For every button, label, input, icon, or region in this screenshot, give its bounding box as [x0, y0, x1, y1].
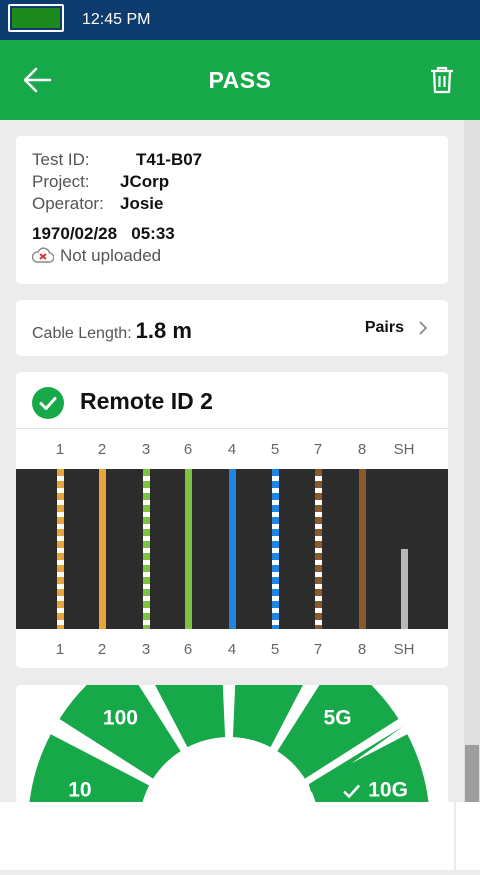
- status-bar: 12:45 PM: [0, 0, 480, 40]
- wire-label-top: 8: [357, 441, 367, 458]
- wire-label-top: 5: [270, 441, 280, 458]
- speed-label-5G: 5G: [324, 706, 352, 729]
- wire-label-bottom: 2: [97, 641, 107, 658]
- test-time: 05:33: [131, 224, 175, 243]
- cloud-error-icon: [32, 247, 54, 263]
- wiremap-diagram: [16, 469, 448, 629]
- wire-label-top: 1: [55, 441, 65, 458]
- speed-label-10: 10: [68, 779, 91, 802]
- test-id-value: T41-B07: [136, 150, 203, 169]
- wire-SH: [400, 549, 408, 629]
- project-value: JCorp: [120, 172, 170, 191]
- speed-label-1G: 1G: [175, 685, 203, 690]
- wire-label-bottom: 7: [313, 641, 323, 658]
- cable-length-value: 1.8 m: [135, 318, 192, 343]
- wire-label-top: 6: [183, 441, 193, 458]
- chevron-right-icon: [419, 321, 428, 335]
- wire-1: [56, 469, 64, 629]
- wiremap-card: Remote ID 2 1 1 2 2 3 3 6 6 4 4 5 5 7 7 8 8 SH SH: [16, 372, 448, 668]
- cable-length-label: Cable Length:: [32, 325, 132, 342]
- upload-status-text: Not uploaded: [60, 246, 162, 265]
- test-date: 1970/02/28: [32, 224, 118, 243]
- test-id-label: Test ID:: [32, 150, 90, 169]
- check-circle-icon: [32, 387, 64, 419]
- wire-8: [358, 469, 366, 629]
- trash-icon[interactable]: [430, 66, 454, 94]
- wire-label-bottom: 6: [183, 641, 193, 658]
- wire-label-bottom: SH: [393, 641, 415, 658]
- wire-label-top: 2: [97, 441, 107, 458]
- project-label: Project:: [32, 172, 90, 191]
- wire-label-bottom: 4: [227, 641, 237, 658]
- wire-4: [228, 469, 236, 629]
- wire-3: [142, 469, 150, 629]
- pairs-link[interactable]: Pairs: [365, 319, 404, 337]
- wire-label-top: 3: [141, 441, 151, 458]
- remote-id-label: Remote ID 2: [80, 388, 213, 414]
- wire-5: [271, 469, 279, 629]
- wire-7: [314, 469, 322, 629]
- scrollbar[interactable]: [464, 120, 480, 802]
- app-bar: PASS: [0, 40, 480, 120]
- battery-icon: [8, 4, 64, 32]
- wire-label-top: 4: [227, 441, 237, 458]
- wire-label-top: 7: [313, 441, 323, 458]
- wire-6: [184, 469, 192, 629]
- wire-label-bottom: 5: [270, 641, 280, 658]
- wire-label-top: SH: [393, 441, 415, 458]
- cable-length-row[interactable]: Cable Length: 1.8 m Pairs: [16, 300, 448, 356]
- operator-value: Josie: [120, 194, 164, 213]
- wire-label-bottom: 1: [55, 641, 65, 658]
- speed-label-10G: 10G: [368, 779, 408, 802]
- operator-label: Operator:: [32, 194, 104, 213]
- upload-status: Not uploaded: [32, 246, 161, 266]
- wire-2: [98, 469, 106, 629]
- wire-label-bottom: 8: [357, 641, 367, 658]
- wire-label-bottom: 3: [141, 641, 151, 658]
- clock: 12:45 PM: [82, 11, 151, 28]
- speed-label-100: 100: [103, 706, 138, 729]
- scrollbar-thumb[interactable]: [465, 745, 479, 802]
- test-info-card: Test ID: T41-B07 Project: JCorp Operator: J…: [16, 136, 448, 284]
- result-title: PASS: [208, 67, 272, 93]
- speed-label-2.5G: 2.5G: [246, 685, 292, 690]
